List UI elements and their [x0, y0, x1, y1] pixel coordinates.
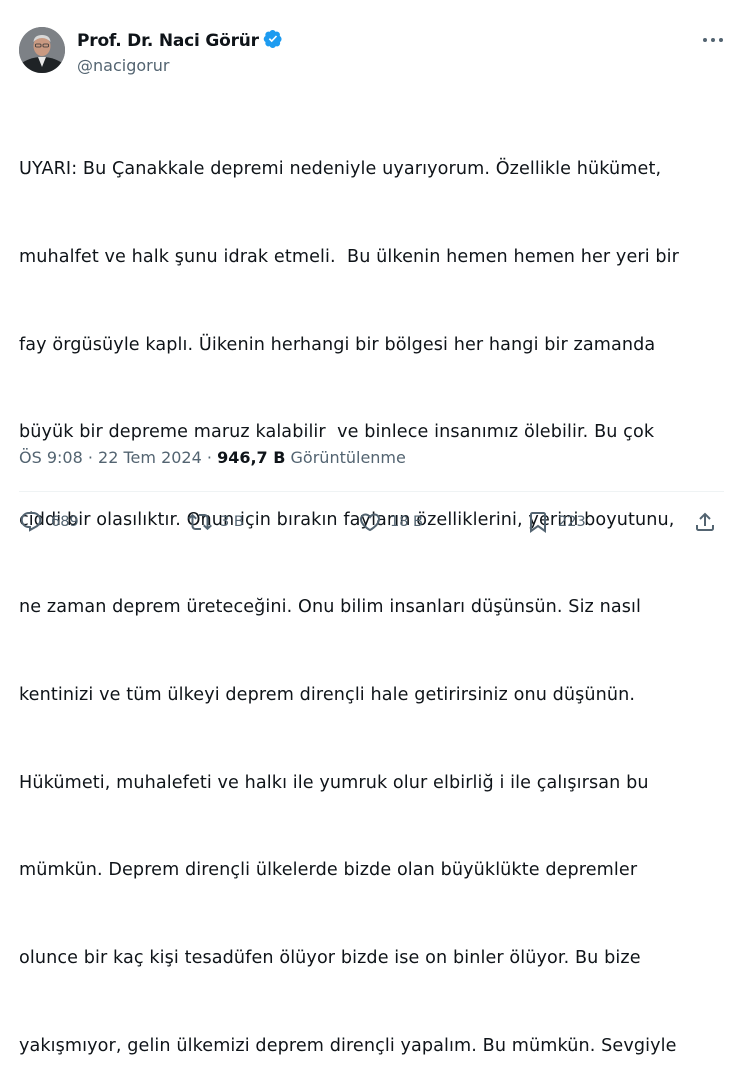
meta-separator: ·	[87, 448, 93, 467]
divider	[19, 491, 724, 492]
tweet-line: yakışmıyor, gelin ülkemizi deprem direnç…	[19, 1035, 677, 1056]
tweet-line: büyük bir depreme maruz kalabilir ve bin…	[19, 422, 655, 443]
share-button[interactable]	[693, 505, 717, 539]
more-button[interactable]	[700, 30, 726, 50]
bookmark-button[interactable]: 223	[526, 505, 586, 539]
reply-icon	[20, 512, 42, 532]
bookmark-icon	[530, 512, 546, 533]
tweet-date[interactable]: 22 Tem 2024	[98, 448, 202, 467]
views-label: Görüntülenme	[290, 448, 406, 467]
tweet-line: olunce bir kaç kişi tesadüfen ölüyor biz…	[19, 947, 641, 968]
share-icon	[696, 512, 714, 531]
like-count: 18 B	[390, 514, 424, 530]
repost-button[interactable]: 3 B	[188, 505, 244, 539]
reply-button[interactable]: 689	[19, 505, 79, 539]
tweet-text: UYARI: Bu Çanakkale depremi nedeniyle uy…	[19, 97, 734, 1090]
tweet-line: ne zaman deprem üreteceğini. Onu bilim i…	[19, 597, 641, 618]
tweet-line: UYARI: Bu Çanakkale depremi nedeniyle uy…	[19, 159, 662, 180]
author-handle[interactable]: @nacigorur	[77, 56, 169, 75]
tweet-meta: ÖS 9:08 · 22 Tem 2024 · 946,7 B Görüntül…	[19, 448, 406, 467]
author-name-row[interactable]: Prof. Dr. Naci Görür	[77, 29, 283, 53]
tweet-line: muhalfet ve halk şunu idrak etmeli. Bu ü…	[19, 247, 679, 268]
tweet-line: Hükümeti, muhalefeti ve halkı ile yumruk…	[19, 772, 649, 793]
repost-icon	[188, 513, 212, 531]
tweet-line: kentinizi ve tüm ülkeyi deprem dirençli …	[19, 685, 636, 706]
like-icon	[359, 513, 381, 532]
tweet-time[interactable]: ÖS 9:08	[19, 448, 83, 467]
meta-separator: ·	[206, 448, 212, 467]
more-icon	[703, 38, 723, 42]
repost-count: 3 B	[220, 514, 244, 530]
like-button[interactable]: 18 B	[358, 505, 423, 539]
views-count: 946,7 B	[217, 448, 286, 467]
avatar[interactable]	[19, 27, 65, 73]
verified-badge-icon[interactable]	[263, 29, 283, 53]
action-bar: 689 3 B 18 B 223	[19, 505, 724, 539]
avatar-image	[19, 27, 65, 73]
bookmark-count: 223	[558, 514, 586, 530]
tweet-line: mümkün. Deprem dirençli ülkelerde bizde …	[19, 860, 638, 881]
tweet-line: fay örgüsüyle kaplı. Üikenin herhangi bi…	[19, 334, 656, 355]
author-name[interactable]: Prof. Dr. Naci Görür	[77, 31, 259, 51]
reply-count: 689	[51, 514, 79, 530]
